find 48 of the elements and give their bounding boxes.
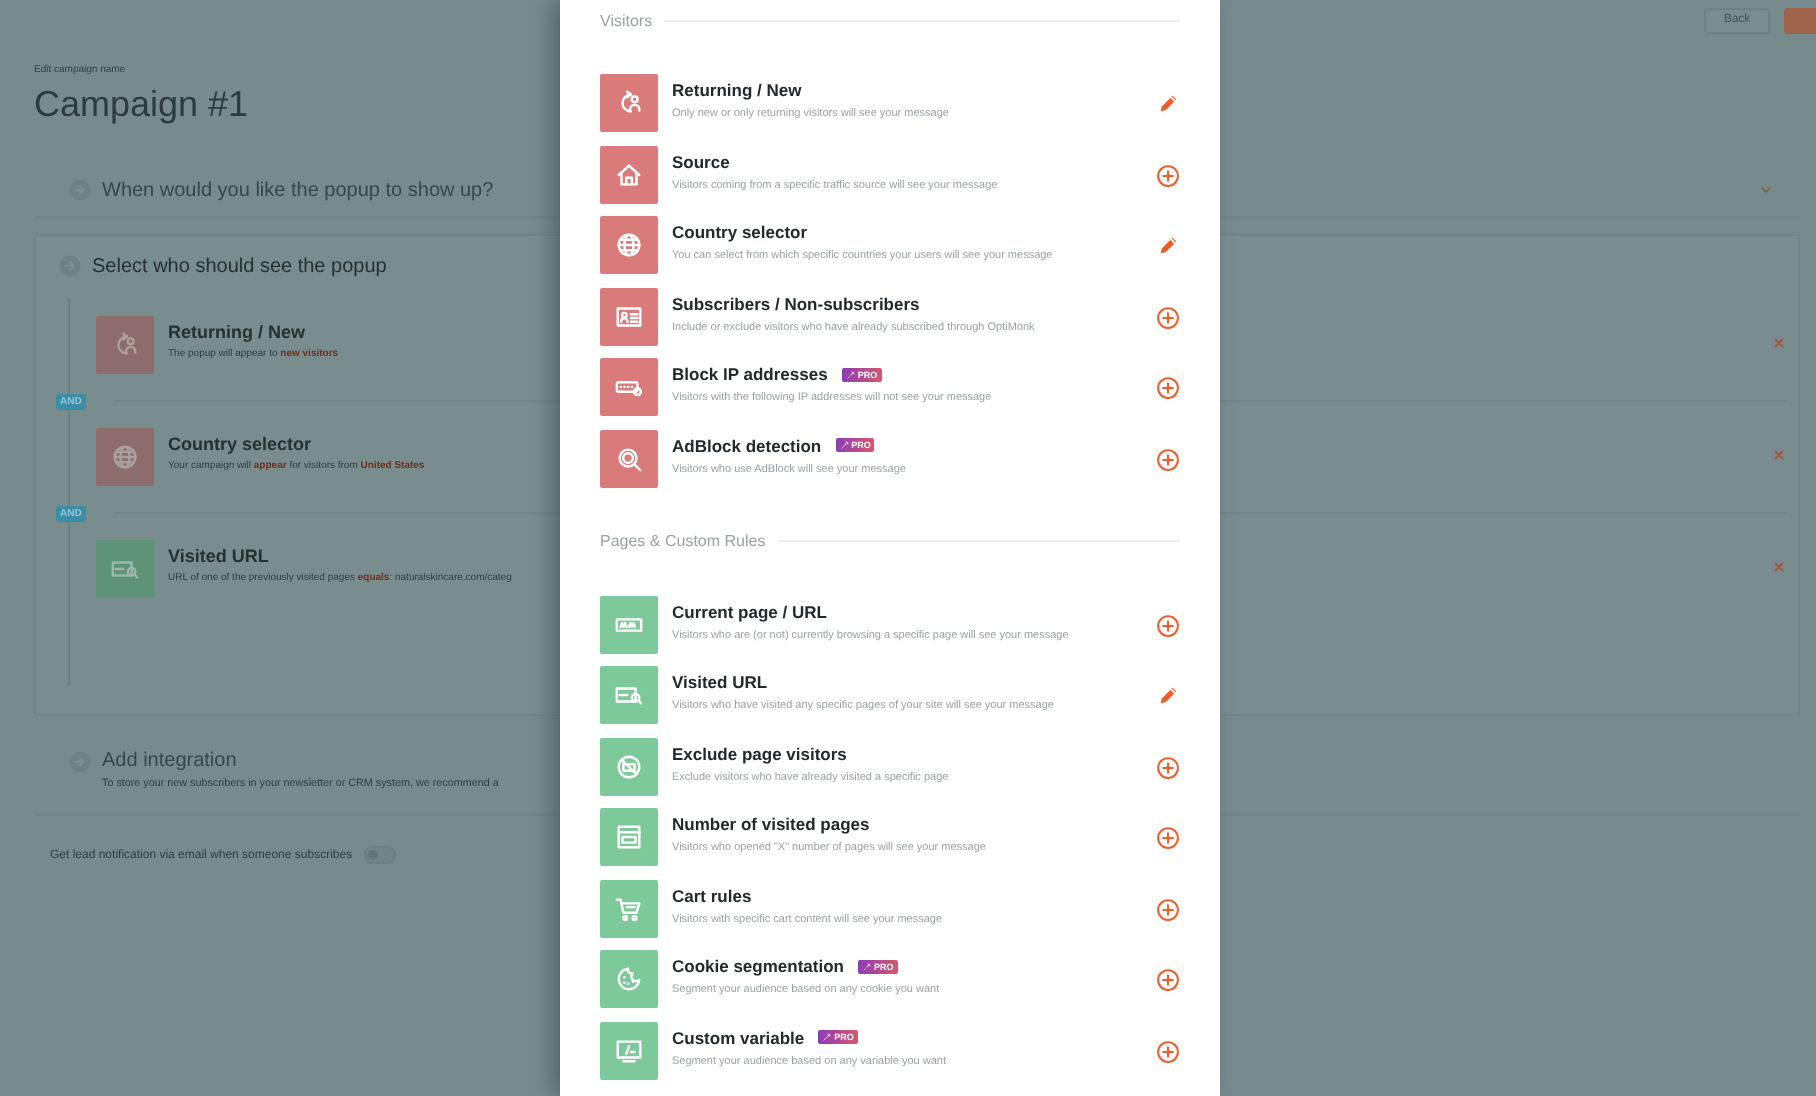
- rule-title[interactable]: Block IP addresses: [672, 364, 828, 384]
- section-title: Pages & Custom Rules: [600, 532, 766, 550]
- rule-title[interactable]: Custom variable: [672, 1027, 805, 1047]
- pencil-icon[interactable]: [1156, 234, 1180, 258]
- cart-icon: [614, 893, 644, 923]
- wand-icon: [861, 961, 872, 971]
- rule-title[interactable]: Visited URL: [672, 672, 768, 692]
- cookie-icon: [614, 964, 644, 994]
- id-card-icon: [614, 301, 644, 331]
- plus-circle-icon[interactable]: [1156, 163, 1180, 187]
- rule-title[interactable]: Number of visited pages: [672, 814, 870, 834]
- wand-icon: [839, 440, 850, 450]
- window-icon: [614, 822, 644, 852]
- step-title[interactable]: Select who should see the popup: [92, 255, 387, 277]
- rule-title: Country selector: [168, 434, 314, 454]
- no-entry-icon: [614, 751, 644, 781]
- plus-circle-icon[interactable]: [1156, 613, 1180, 637]
- section-title: Visitors: [600, 11, 653, 29]
- plus-circle-icon[interactable]: [1156, 826, 1180, 850]
- campaign-title: Campaign #1: [34, 82, 249, 126]
- plus-circle-icon[interactable]: [1156, 897, 1180, 921]
- rule-title[interactable]: Country selector: [672, 222, 808, 242]
- wand-icon: [845, 369, 856, 379]
- rule-title[interactable]: AdBlock detection: [672, 435, 822, 455]
- plus-circle-icon[interactable]: [1156, 376, 1180, 400]
- magnifier-icon: [614, 443, 644, 473]
- rule-title[interactable]: Cookie segmentation: [672, 956, 844, 976]
- rule-title: Visited URL: [168, 546, 271, 566]
- frame-icon: [614, 1035, 644, 1065]
- plus-circle-icon[interactable]: [1156, 968, 1180, 992]
- rule-title[interactable]: Cart rules: [672, 885, 752, 905]
- plus-circle-icon[interactable]: [1156, 447, 1180, 471]
- globe-icon: [110, 442, 140, 472]
- rule-title[interactable]: Source: [672, 151, 730, 171]
- rule-title[interactable]: Current page / URL: [672, 601, 827, 621]
- plus-circle-icon[interactable]: [1156, 755, 1180, 779]
- house-icon: [614, 159, 644, 189]
- pencil-icon[interactable]: [1156, 92, 1180, 116]
- rule-title[interactable]: Subscribers / Non-subscribers: [672, 293, 920, 313]
- rule-title[interactable]: Exclude page visitors: [672, 743, 847, 763]
- plus-circle-icon[interactable]: [1156, 1039, 1180, 1063]
- pencil-icon[interactable]: [1156, 684, 1180, 708]
- rule-title[interactable]: Returning / New: [672, 80, 802, 100]
- rule-title: Returning / New: [168, 322, 308, 342]
- globe-icon: [614, 230, 644, 260]
- wand-icon: [822, 1032, 833, 1042]
- plus-circle-icon[interactable]: [1156, 305, 1180, 329]
- chevron-down-icon[interactable]: [1758, 182, 1774, 198]
